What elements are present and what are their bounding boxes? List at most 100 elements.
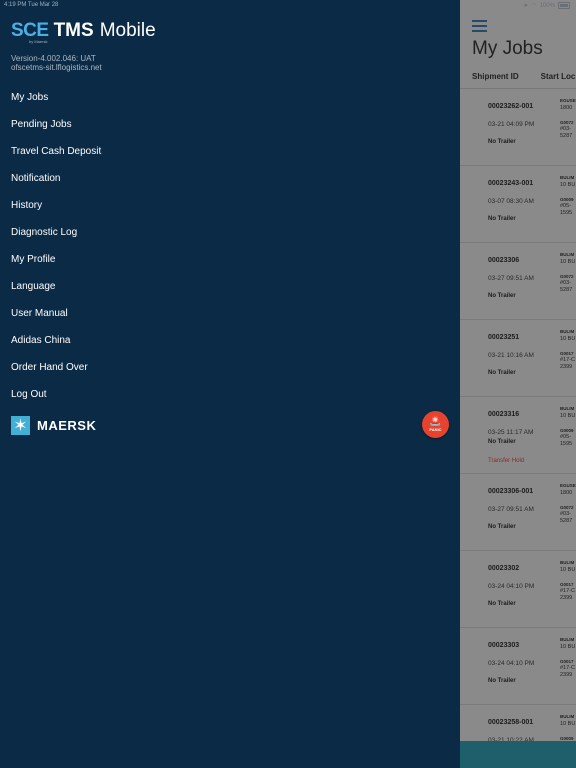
- jobs-list: 00023262-001 03-21 04:09 PM No Trailer E…: [460, 89, 576, 768]
- alarm-icon: 🚨: [429, 416, 442, 427]
- start-location: BULIM 10 BU G0009: [560, 713, 575, 742]
- status-bar: 4:19 PM Tue Mar 28 ➤ ◠ 100%: [0, 0, 576, 12]
- start-location: BULIM 10 BU G0017 #17-C 2399: [560, 559, 575, 602]
- job-row[interactable]: 00023306-001 03-27 09:51 AM No Trailer E…: [460, 474, 576, 551]
- loc-address: 10 BU: [560, 336, 576, 342]
- loc-address: 1800: [560, 105, 573, 111]
- maersk-logo: ✶ MAERSK: [11, 416, 96, 435]
- trailer-status: No Trailer: [488, 601, 516, 607]
- navigation-drawer: SCE by Maersk TMS Mobile Version-4.002.0…: [0, 0, 460, 768]
- job-row[interactable]: 00023303 03-24 04:10 PM No Trailer BULIM…: [460, 628, 576, 705]
- job-date: 03-27 09:51 AM: [488, 275, 534, 282]
- job-row[interactable]: 00023316 03-25 11:17 AM No Trailer Trans…: [460, 397, 576, 474]
- loc-id: G0009: [560, 428, 574, 433]
- wifi-icon: ◠: [531, 3, 537, 9]
- loc-code: BULIM: [560, 714, 575, 719]
- hold-status: Transfer Hold: [488, 458, 525, 464]
- version-info: Version-4.002.046: UAT ofscetms-sit.lflo…: [11, 54, 102, 72]
- job-date: 03-21 10:16 AM: [488, 352, 534, 359]
- menu-item-my-jobs[interactable]: My Jobs: [11, 87, 101, 114]
- status-time: 4:19 PM: [4, 2, 27, 8]
- shipment-id: 00023306: [488, 257, 520, 264]
- loc-id: G0017: [560, 582, 574, 587]
- maersk-star-icon: ✶: [11, 416, 30, 435]
- job-row[interactable]: 00023243-001 03-07 08:30 AM No Trailer B…: [460, 166, 576, 243]
- panic-button[interactable]: 🚨 PANIC: [422, 411, 449, 438]
- start-location: BULIM 10 BU G0009 #05- 1595: [560, 405, 575, 448]
- start-location: BULIM 10 BU G0009 #05- 1595: [560, 174, 575, 217]
- status-date: Tue Mar 28: [27, 2, 59, 8]
- loc-code: BULIM: [560, 329, 575, 334]
- start-location: BULIM 10 BU G0017 #17-C 2399: [560, 328, 575, 371]
- start-location: EGUSE 1800 G0072 #03- 5287: [560, 482, 576, 525]
- shipment-id: 00023302: [488, 565, 520, 572]
- loc-postal: 1595: [560, 210, 573, 216]
- hamburger-menu-icon[interactable]: [472, 20, 487, 35]
- trailer-status: No Trailer: [488, 370, 516, 376]
- status-time-date: 4:19 PM Tue Mar 28: [4, 2, 58, 8]
- trailer-status: No Trailer: [488, 678, 516, 684]
- loc-code: BULIM: [560, 252, 575, 257]
- job-date: 03-07 08:30 AM: [488, 198, 534, 205]
- menu-item-travel-cash-deposit[interactable]: Travel Cash Deposit: [11, 141, 101, 168]
- start-location: BULIM 10 BU G0072 #03- 5287: [560, 251, 575, 294]
- my-jobs-screen: My Jobs Shipment ID Start Loc 00023262-00…: [460, 0, 576, 768]
- shipment-id: 00023251: [488, 334, 520, 341]
- status-indicators: ➤ ◠ 100%: [523, 2, 570, 9]
- shipment-id: 00023243-001: [488, 180, 534, 187]
- job-date: 03-25 11:17 AM: [488, 429, 534, 436]
- loc-address: 10 BU: [560, 259, 576, 265]
- job-date: 03-21 04:09 PM: [488, 121, 535, 128]
- job-row[interactable]: 00023306 03-27 09:51 AM No Trailer BULIM…: [460, 243, 576, 320]
- jobs-table-header: Shipment ID Start Loc: [472, 72, 575, 81]
- job-row[interactable]: 00023262-001 03-21 04:09 PM No Trailer E…: [460, 89, 576, 166]
- job-row[interactable]: 00023302 03-24 04:10 PM No Trailer BULIM…: [460, 551, 576, 628]
- shipment-id: 00023303: [488, 642, 520, 649]
- menu-item-diagnostic-log[interactable]: Diagnostic Log: [11, 222, 101, 249]
- loc-code: EGUSE: [560, 98, 576, 103]
- logo-mobile: Mobile: [99, 20, 156, 41]
- menu-item-notification[interactable]: Notification: [11, 168, 101, 195]
- loc-unit: #03-: [560, 280, 572, 286]
- menu-item-user-manual[interactable]: User Manual: [11, 303, 101, 330]
- column-shipment-id: Shipment ID: [472, 72, 519, 81]
- trailer-status: No Trailer: [488, 439, 516, 445]
- trailer-status: No Trailer: [488, 524, 516, 530]
- loc-id: G0072: [560, 274, 574, 279]
- loc-code: BULIM: [560, 175, 575, 180]
- loc-id: G0017: [560, 351, 574, 356]
- loc-code: BULIM: [560, 637, 575, 642]
- battery-icon: [558, 2, 570, 9]
- start-location: BULIM 10 BU G0017 #17-C 2399: [560, 636, 575, 679]
- loc-postal: 2399: [560, 595, 573, 601]
- logo-tms: TMS: [53, 20, 94, 41]
- logo-by-maersk: by Maersk: [29, 39, 48, 44]
- loc-address: 10 BU: [560, 721, 576, 727]
- bottom-tab-bar: [460, 741, 576, 768]
- menu-item-history[interactable]: History: [11, 195, 101, 222]
- menu-item-order-hand-over[interactable]: Order Hand Over: [11, 357, 101, 384]
- column-start-loc: Start Loc: [540, 72, 576, 81]
- loc-id: G0009: [560, 197, 574, 202]
- trailer-status: No Trailer: [488, 216, 516, 222]
- host-text: ofscetms-sit.lflogistics.net: [11, 63, 102, 72]
- loc-postal: 5287: [560, 518, 573, 524]
- job-date: 03-24 04:10 PM: [488, 583, 535, 590]
- loc-unit: #17-C: [560, 665, 575, 671]
- loc-code: BULIM: [560, 560, 575, 565]
- menu-item-pending-jobs[interactable]: Pending Jobs: [11, 114, 101, 141]
- loc-id: G0072: [560, 120, 574, 125]
- page-title: My Jobs: [472, 38, 543, 59]
- menu-item-adidas-china[interactable]: Adidas China: [11, 330, 101, 357]
- menu-item-my-profile[interactable]: My Profile: [11, 249, 101, 276]
- loc-unit: #03-: [560, 126, 572, 132]
- loc-postal: 1595: [560, 441, 573, 447]
- job-row[interactable]: 00023251 03-21 10:16 AM No Trailer BULIM…: [460, 320, 576, 397]
- menu-item-log-out[interactable]: Log Out: [11, 384, 101, 411]
- loc-id: G0017: [560, 659, 574, 664]
- location-icon: ➤: [523, 3, 529, 9]
- loc-id: G0072: [560, 505, 574, 510]
- menu-item-language[interactable]: Language: [11, 276, 101, 303]
- version-text: Version-4.002.046: UAT: [11, 54, 96, 63]
- loc-address: 10 BU: [560, 644, 576, 650]
